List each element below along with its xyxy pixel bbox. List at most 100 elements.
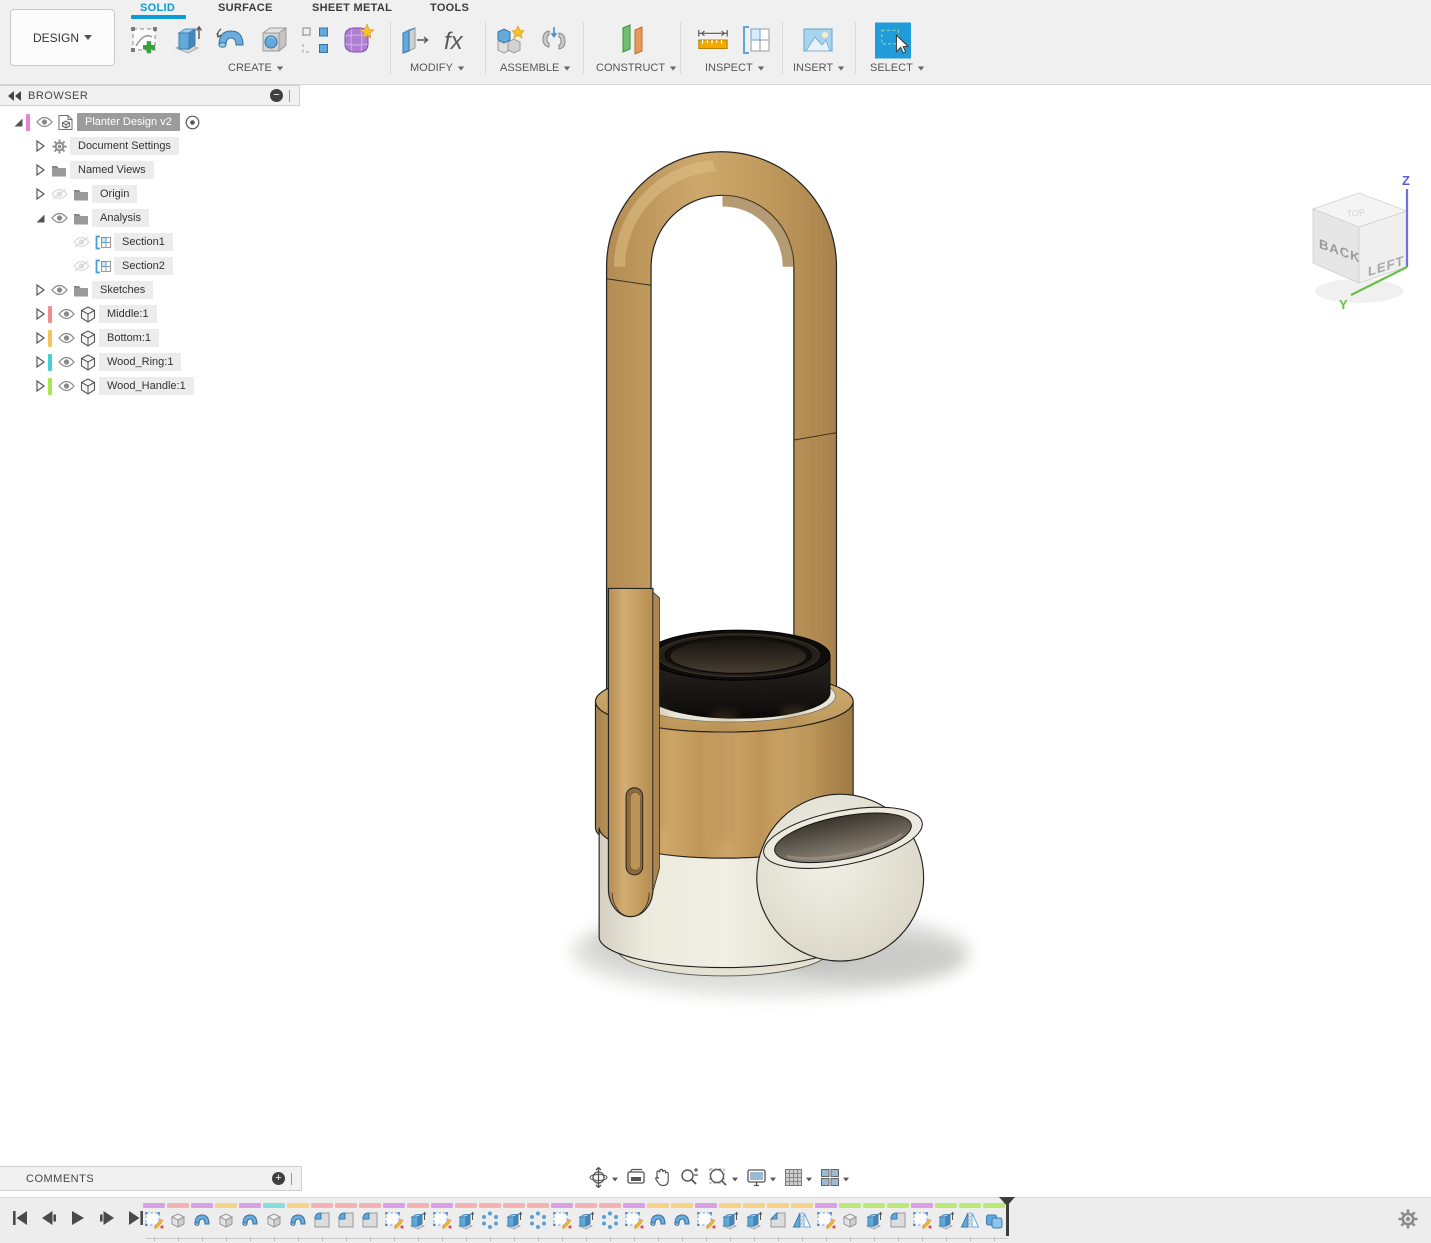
hole-icon[interactable] [256,22,292,58]
group-label-inspect[interactable]: INSPECT [705,62,765,74]
select-icon[interactable] [875,22,911,58]
insert-image-icon[interactable] [800,22,836,58]
group-label-create[interactable]: CREATE [228,62,284,74]
plus-circle-icon[interactable]: + [272,1172,285,1185]
timeline-feature-revolve[interactable] [238,1203,262,1241]
timeline-feature-sketch[interactable] [694,1203,718,1241]
timeline-feature-fillet[interactable] [358,1203,382,1241]
timeline-feature-extrude[interactable] [742,1203,766,1241]
group-label-construct[interactable]: CONSTRUCT [596,62,677,74]
tree-item-label[interactable]: Planter Design v2 [77,113,180,131]
revolve-icon[interactable] [213,22,249,58]
model-dark-pot[interactable] [645,629,831,719]
combine-feature-icon[interactable] [984,1210,1004,1235]
timeline-feature-revolve[interactable] [646,1203,670,1241]
timeline-feature-pattern[interactable] [526,1203,550,1241]
pan-tool[interactable] [653,1167,672,1192]
timeline-feature-sketch[interactable] [550,1203,574,1241]
fillet-feature-icon[interactable] [312,1210,332,1235]
timeline-feature-extrude[interactable] [862,1203,886,1241]
section-analysis-icon[interactable] [737,22,773,58]
construction-plane-icon[interactable] [615,22,651,58]
chevron-down-icon[interactable] [612,1177,618,1182]
revolve-feature-icon[interactable] [192,1210,212,1235]
sketch-feature-icon[interactable] [816,1210,836,1235]
timeline-feature-fillet[interactable] [334,1203,358,1241]
pattern-feature-icon[interactable] [528,1210,548,1235]
tree-item-label[interactable]: Sketches [92,281,154,299]
tree-row-document-settings[interactable]: Document Settings [0,134,300,158]
tree-row-wood-handle-1[interactable]: Wood_Handle:1 [0,374,300,398]
fillet-feature-icon[interactable] [336,1210,356,1235]
timeline-feature-fillet[interactable] [310,1203,334,1241]
expand-arrow-icon[interactable] [32,187,48,201]
extrude-feature-icon[interactable] [504,1210,524,1235]
view-cube[interactable]: TOP BACK LEFT Z Y [1295,173,1431,318]
box-feature-icon[interactable] [840,1210,860,1235]
extrude-feature-icon[interactable] [456,1210,476,1235]
extrude-feature-icon[interactable] [408,1210,428,1235]
step-back-button[interactable] [39,1208,59,1228]
tree-item-label[interactable]: Wood_Ring:1 [99,353,182,371]
box-feature-icon[interactable] [264,1210,284,1235]
visibility-eye-icon[interactable] [48,284,70,296]
create-form-icon[interactable] [339,22,375,58]
visibility-eye-icon[interactable] [48,188,70,200]
fillet-feature-icon[interactable] [888,1210,908,1235]
extrude-feature-icon[interactable] [720,1210,740,1235]
timeline-playhead-marker[interactable] [999,1197,1015,1206]
box-feature-icon[interactable] [168,1210,188,1235]
revolve-feature-icon[interactable] [648,1210,668,1235]
expand-arrow-icon[interactable] [32,283,48,297]
mirror-feature-icon[interactable] [960,1210,980,1235]
group-label-assemble[interactable]: ASSEMBLE [500,62,571,74]
expand-arrow-icon[interactable] [32,211,48,225]
change-parameters-icon[interactable]: fx [440,22,476,58]
timeline-feature-combine[interactable] [982,1203,1006,1241]
timeline-feature-sketch[interactable] [910,1203,934,1241]
create-sketch-icon[interactable] [127,22,163,58]
visibility-eye-icon[interactable] [55,380,77,392]
timeline-feature-sketch[interactable] [430,1203,454,1241]
visibility-eye-icon[interactable] [55,356,77,368]
tree-row-bottom-1[interactable]: Bottom:1 [0,326,300,350]
viewports-tool[interactable] [820,1168,850,1192]
tree-row-planter-design-v2[interactable]: Planter Design v2 [0,110,300,134]
timeline-feature-sketch[interactable] [382,1203,406,1241]
revolve-feature-icon[interactable] [672,1210,692,1235]
sketch-feature-icon[interactable] [624,1210,644,1235]
fillet-feature-icon[interactable] [360,1210,380,1235]
expand-arrow-icon[interactable] [32,307,48,321]
tree-item-label[interactable]: Middle:1 [99,305,157,323]
chevron-down-icon[interactable] [806,1177,812,1182]
tree-item-label[interactable]: Named Views [70,161,154,179]
skip-to-start-button[interactable] [10,1208,30,1228]
expand-arrow-icon[interactable] [10,115,26,129]
visibility-eye-icon[interactable] [33,116,55,128]
timeline-feature-sketch[interactable] [622,1203,646,1241]
tree-item-label[interactable]: Section1 [114,233,173,251]
visibility-eye-icon[interactable] [55,308,77,320]
tree-row-origin[interactable]: Origin [0,182,300,206]
layout-grid-tool[interactable] [784,1168,813,1192]
timeline-feature-box[interactable] [262,1203,286,1241]
look-at-tool[interactable] [626,1168,646,1191]
visibility-eye-icon[interactable] [55,332,77,344]
orbit-tool[interactable] [588,1166,619,1193]
chevron-down-icon[interactable] [770,1177,776,1182]
timeline-feature-sketch[interactable] [142,1203,166,1241]
design-menu-button[interactable]: DESIGN [10,9,115,66]
revolve-feature-icon[interactable] [240,1210,260,1235]
visibility-eye-icon[interactable] [70,260,92,272]
timeline-feature-extrude[interactable] [502,1203,526,1241]
timeline-playhead[interactable] [1006,1202,1009,1236]
timeline-feature-sketch[interactable] [814,1203,838,1241]
sketch-feature-icon[interactable] [384,1210,404,1235]
tab-tools[interactable]: TOOLS [430,2,469,16]
pattern-feature-icon[interactable] [600,1210,620,1235]
timeline-feature-box[interactable] [838,1203,862,1241]
tree-item-label[interactable]: Document Settings [70,137,179,155]
chamfer-feature-icon[interactable] [768,1210,788,1235]
expand-arrow-icon[interactable] [32,331,48,345]
timeline-feature-extrude[interactable] [574,1203,598,1241]
